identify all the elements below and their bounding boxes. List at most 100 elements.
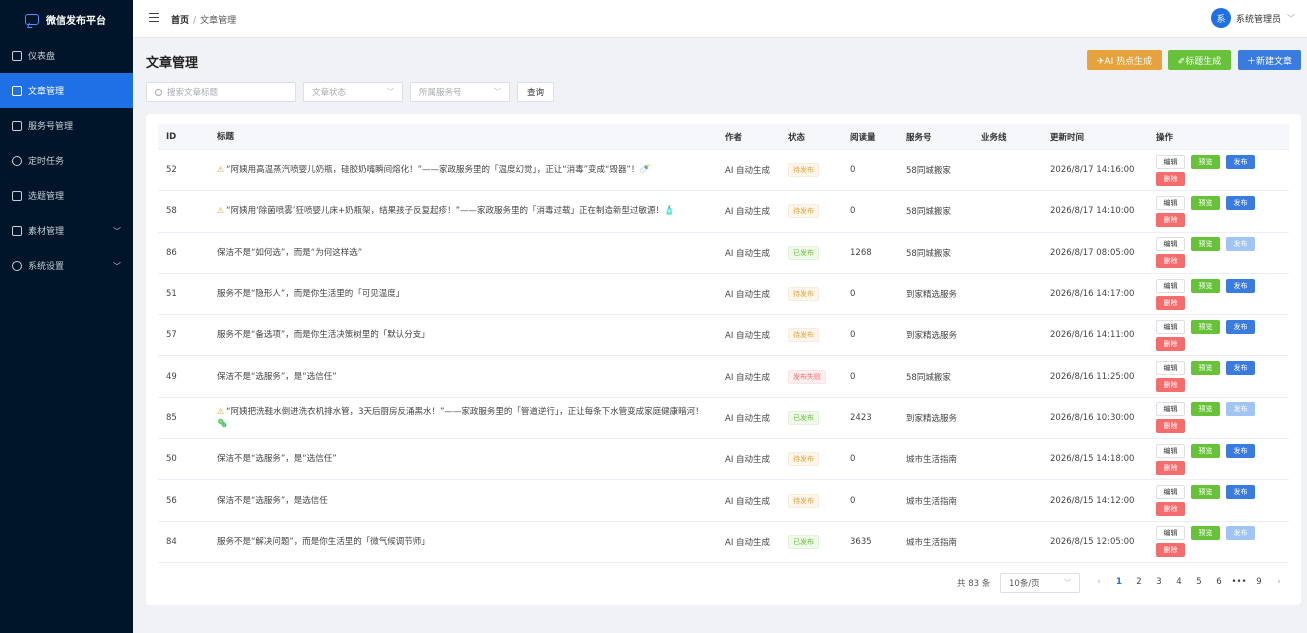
page-size-select[interactable]: 10条/页 ﹀ (1000, 573, 1080, 593)
delete-button[interactable]: 删除 (1156, 378, 1185, 393)
cell-status: 待发布 (780, 493, 842, 508)
title-generate-button[interactable]: ✐标题生成 (1168, 50, 1231, 70)
cell-reads: 0 (850, 371, 856, 382)
cell-reads: 0 (850, 289, 856, 300)
publish-button[interactable]: 发布 (1226, 154, 1255, 169)
sidebar-item-5[interactable]: 素材管理 ﹀ (0, 213, 133, 248)
edit-button[interactable]: 编辑 (1156, 195, 1185, 210)
publish-button[interactable]: 发布 (1226, 361, 1255, 376)
edit-button[interactable]: 编辑 (1156, 278, 1185, 293)
status-badge: 已发布 (788, 245, 819, 260)
edit-button[interactable]: 编辑 (1156, 319, 1185, 334)
col-header-id: ID (166, 131, 177, 142)
edit-button[interactable]: 编辑 (1156, 361, 1185, 376)
query-button[interactable]: 查询 (517, 82, 554, 102)
avatar: 系 (1210, 8, 1231, 28)
page-number[interactable]: 4 (1171, 577, 1187, 587)
menu-toggle-icon[interactable] (149, 13, 159, 22)
delete-button[interactable]: 删除 (1156, 171, 1185, 186)
breadcrumb-home[interactable]: 首页 (171, 16, 189, 26)
delete-button[interactable]: 删除 (1156, 460, 1185, 475)
preview-button[interactable]: 预览 (1191, 195, 1220, 210)
sidebar-item-3[interactable]: 定时任务 (0, 143, 133, 178)
ai-hot-generate-button[interactable]: ✈AI 热点生成 (1087, 50, 1162, 70)
col-header-reads: 阅读量 (850, 132, 876, 143)
search-input[interactable]: 搜索文章标题 (146, 82, 296, 102)
service-select[interactable]: 所属服务号 ﹀ (410, 82, 510, 102)
publish-button[interactable]: 发布 (1226, 195, 1255, 210)
table-row: 84 服务不是“解决问题”，而是你生活里的「微气候调节师」 AI 自动生成 已发布 36… (158, 522, 1289, 563)
preview-button[interactable]: 预览 (1191, 485, 1220, 500)
edit-button[interactable]: 编辑 (1156, 526, 1185, 541)
delete-button[interactable]: 删除 (1156, 254, 1185, 269)
more-pages-icon[interactable]: ••• (1231, 577, 1247, 587)
page-number[interactable]: 3 (1151, 577, 1167, 587)
cell-service: 58同城搬家 (906, 372, 951, 383)
publish-button[interactable]: 发布 (1226, 278, 1255, 293)
cell-updated: 2026/8/15 12:05:00 (1050, 536, 1135, 547)
preview-button[interactable]: 预览 (1191, 526, 1220, 541)
publish-button[interactable]: 发布 (1226, 319, 1255, 334)
edit-button[interactable]: 编辑 (1156, 154, 1185, 169)
sidebar: 微信发布平台 仪表盘 文章管理 服务号管理 定时任务 选题管理 素材管理 ﹀ 系统设置 ﹀ (0, 0, 133, 633)
sidebar-item-2[interactable]: 服务号管理 (0, 108, 133, 143)
user-menu[interactable]: 系 系统管理员 ﹀ (1210, 8, 1295, 28)
preview-button[interactable]: 预览 (1191, 278, 1220, 293)
col-header-updated: 更新时间 (1050, 132, 1085, 143)
row-actions: 编辑 预览 发布删除 (1156, 154, 1268, 186)
preview-button[interactable]: 预览 (1191, 402, 1220, 417)
edit-button[interactable]: 编辑 (1156, 443, 1185, 458)
delete-button[interactable]: 删除 (1156, 502, 1185, 517)
status-badge: 待发布 (788, 287, 819, 302)
preview-button[interactable]: 预览 (1191, 361, 1220, 376)
cell-status: 已发布 (780, 410, 842, 425)
next-page-button[interactable]: › (1271, 577, 1287, 587)
cell-title: 保洁不是“选服务”，是选信任 (209, 495, 717, 507)
delete-button[interactable]: 删除 (1156, 212, 1185, 227)
page-number[interactable]: 1 (1111, 577, 1127, 587)
page-number[interactable]: 6 (1211, 577, 1227, 587)
cell-title: 服务不是“备选项”，而是你生活决策树里的「默认分支」 (209, 329, 717, 341)
delete-button[interactable]: 删除 (1156, 295, 1185, 310)
cell-updated: 2026/8/17 14:10:00 (1050, 206, 1135, 217)
publish-button[interactable]: 发布 (1226, 485, 1255, 500)
sidebar-item-1[interactable]: 文章管理 (0, 73, 133, 108)
table-row: 58 ⚠ “阿姨用‘除菌喷雾’狂喷婴儿床+奶瓶架，结果孩子反复起疹！”——家政服务里… (158, 191, 1289, 233)
preview-button[interactable]: 预览 (1191, 237, 1220, 252)
sidebar-item-6[interactable]: 系统设置 ﹀ (0, 248, 133, 283)
delete-button[interactable]: 删除 (1156, 543, 1185, 558)
cell-title: 服务不是“隐形人”，而是你生活里的「可见温度」 (209, 288, 717, 300)
search-icon (155, 88, 162, 96)
page-number[interactable]: 5 (1191, 577, 1207, 587)
new-article-button[interactable]: ＋新建文章 (1238, 50, 1301, 70)
delete-button[interactable]: 删除 (1156, 336, 1185, 351)
preview-button[interactable]: 预览 (1191, 319, 1220, 334)
cell-title: ⚠ “阿姨用‘除菌喷雾’狂喷婴儿床+奶瓶架，结果孩子反复起疹！”——家政服务里的「… (209, 205, 717, 217)
cell-title: 保洁不是“选服务”，是“选信任” (209, 371, 717, 383)
page-number[interactable]: 2 (1131, 577, 1147, 587)
col-header-service: 服务号 (906, 132, 932, 143)
sidebar-item-4[interactable]: 选题管理 (0, 178, 133, 213)
monitor-icon (12, 50, 22, 61)
cell-title: 保洁不是“如何选”，而是“为何这样选” (209, 247, 717, 259)
edit-button[interactable]: 编辑 (1156, 485, 1185, 500)
col-header-status: 状态 (788, 132, 806, 143)
status-badge: 已发布 (788, 534, 819, 549)
breadcrumb: 首页 / 文章管理 (171, 13, 236, 26)
cell-title: 保洁不是“选服务”，是“选信任” (209, 453, 717, 465)
prev-page-button[interactable]: ‹ (1091, 577, 1107, 587)
status-select[interactable]: 文章状态 ﹀ (303, 82, 403, 102)
delete-button[interactable]: 删除 (1156, 419, 1185, 434)
table-row: 56 保洁不是“选服务”，是选信任 AI 自动生成 待发布 0 城市生活指南 2026/8/… (158, 480, 1289, 522)
edit-button[interactable]: 编辑 (1156, 237, 1185, 252)
preview-button[interactable]: 预览 (1191, 154, 1220, 169)
preview-button[interactable]: 预览 (1191, 443, 1220, 458)
sidebar-item-0[interactable]: 仪表盘 (0, 38, 133, 73)
publish-button[interactable]: 发布 (1226, 443, 1255, 458)
page-number[interactable]: 9 (1251, 577, 1267, 587)
cell-author: AI 自动生成 (725, 372, 771, 383)
status-badge: 待发布 (788, 493, 819, 508)
cell-status: 已发布 (780, 245, 842, 260)
status-badge: 待发布 (788, 328, 819, 343)
edit-button[interactable]: 编辑 (1156, 402, 1185, 417)
